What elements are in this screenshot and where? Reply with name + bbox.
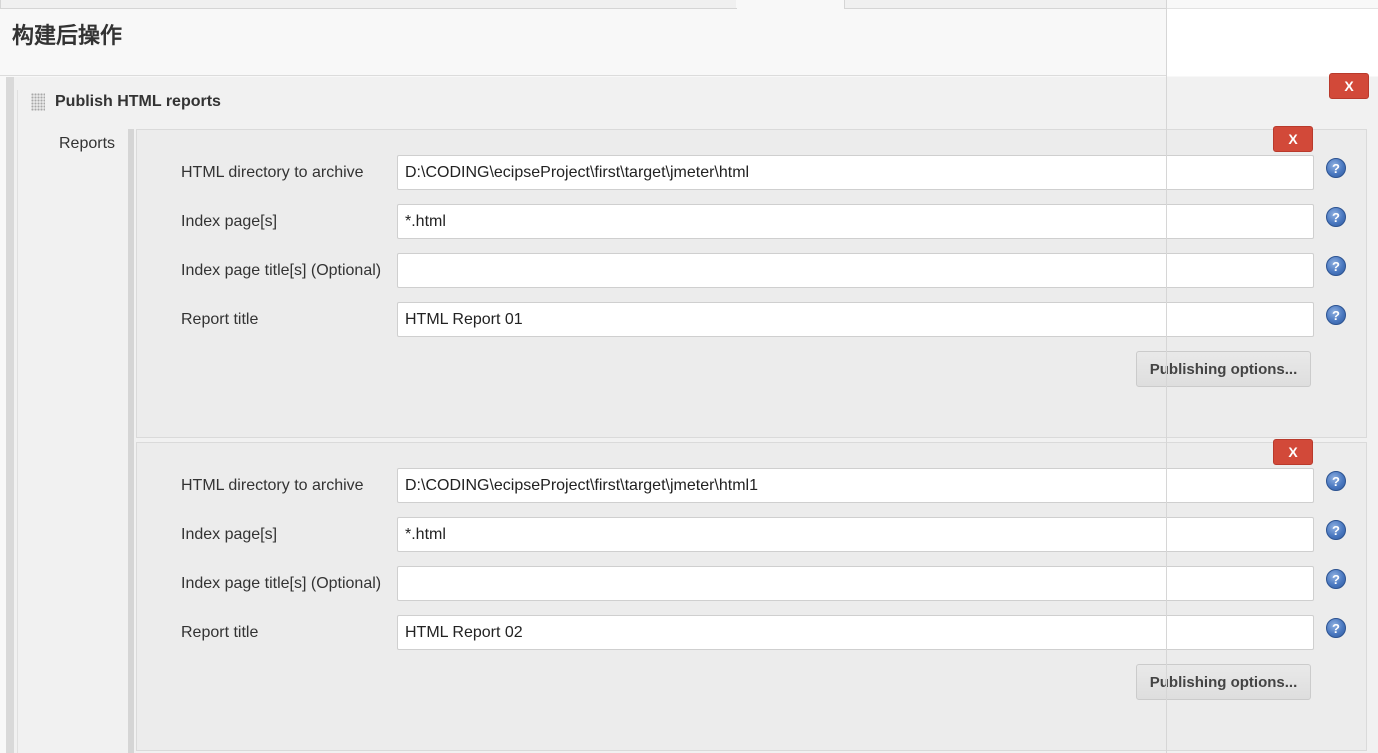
index-title-label: Index page title[s] (Optional) — [181, 262, 382, 279]
help-icon[interactable]: ? — [1326, 618, 1346, 638]
publisher-title: Publish HTML reports — [55, 93, 221, 110]
dir-input-2[interactable] — [397, 468, 1314, 503]
report-title-input-2[interactable] — [397, 615, 1314, 650]
help-icon[interactable]: ? — [1326, 256, 1346, 276]
report-title-label: Report title — [181, 311, 259, 328]
tab-active[interactable] — [736, 0, 843, 8]
dir-label: HTML directory to archive — [181, 477, 364, 494]
help-icon[interactable]: ? — [1326, 158, 1346, 178]
panel-divider — [1166, 0, 1167, 753]
publishing-options-button-2[interactable]: Publishing options... — [1136, 664, 1311, 700]
publisher-inner-border — [17, 90, 18, 753]
section-divider — [0, 75, 1166, 76]
help-icon[interactable]: ? — [1326, 471, 1346, 491]
index-input-1[interactable] — [397, 204, 1314, 239]
dir-label: HTML directory to archive — [181, 164, 364, 181]
publishing-options-button-1[interactable]: Publishing options... — [1136, 351, 1311, 387]
index-title-input-2[interactable] — [397, 566, 1314, 601]
reports-label: Reports — [59, 135, 116, 152]
section-title: 构建后操作 — [12, 24, 123, 49]
help-icon[interactable]: ? — [1326, 569, 1346, 589]
delete-report-1-button[interactable]: X — [1273, 126, 1313, 152]
index-input-2[interactable] — [397, 517, 1314, 552]
report-title-input-1[interactable] — [397, 302, 1314, 337]
index-label: Index page[s] — [181, 526, 278, 543]
drag-handle-icon[interactable] — [31, 93, 45, 111]
tab-right[interactable] — [844, 0, 1168, 9]
dir-input-1[interactable] — [397, 155, 1314, 190]
right-panel-header — [1167, 8, 1378, 76]
tab-bar — [0, 0, 1168, 9]
repeatable-bar — [128, 129, 134, 753]
help-icon[interactable]: ? — [1326, 305, 1346, 325]
help-icon[interactable]: ? — [1326, 207, 1346, 227]
index-label: Index page[s] — [181, 213, 278, 230]
index-title-input-1[interactable] — [397, 253, 1314, 288]
index-title-label: Index page title[s] (Optional) — [181, 575, 382, 592]
delete-publisher-button[interactable]: X — [1329, 73, 1369, 99]
help-icon[interactable]: ? — [1326, 520, 1346, 540]
tab-left[interactable] — [0, 0, 737, 9]
report-title-label: Report title — [181, 624, 259, 641]
delete-report-2-button[interactable]: X — [1273, 439, 1313, 465]
